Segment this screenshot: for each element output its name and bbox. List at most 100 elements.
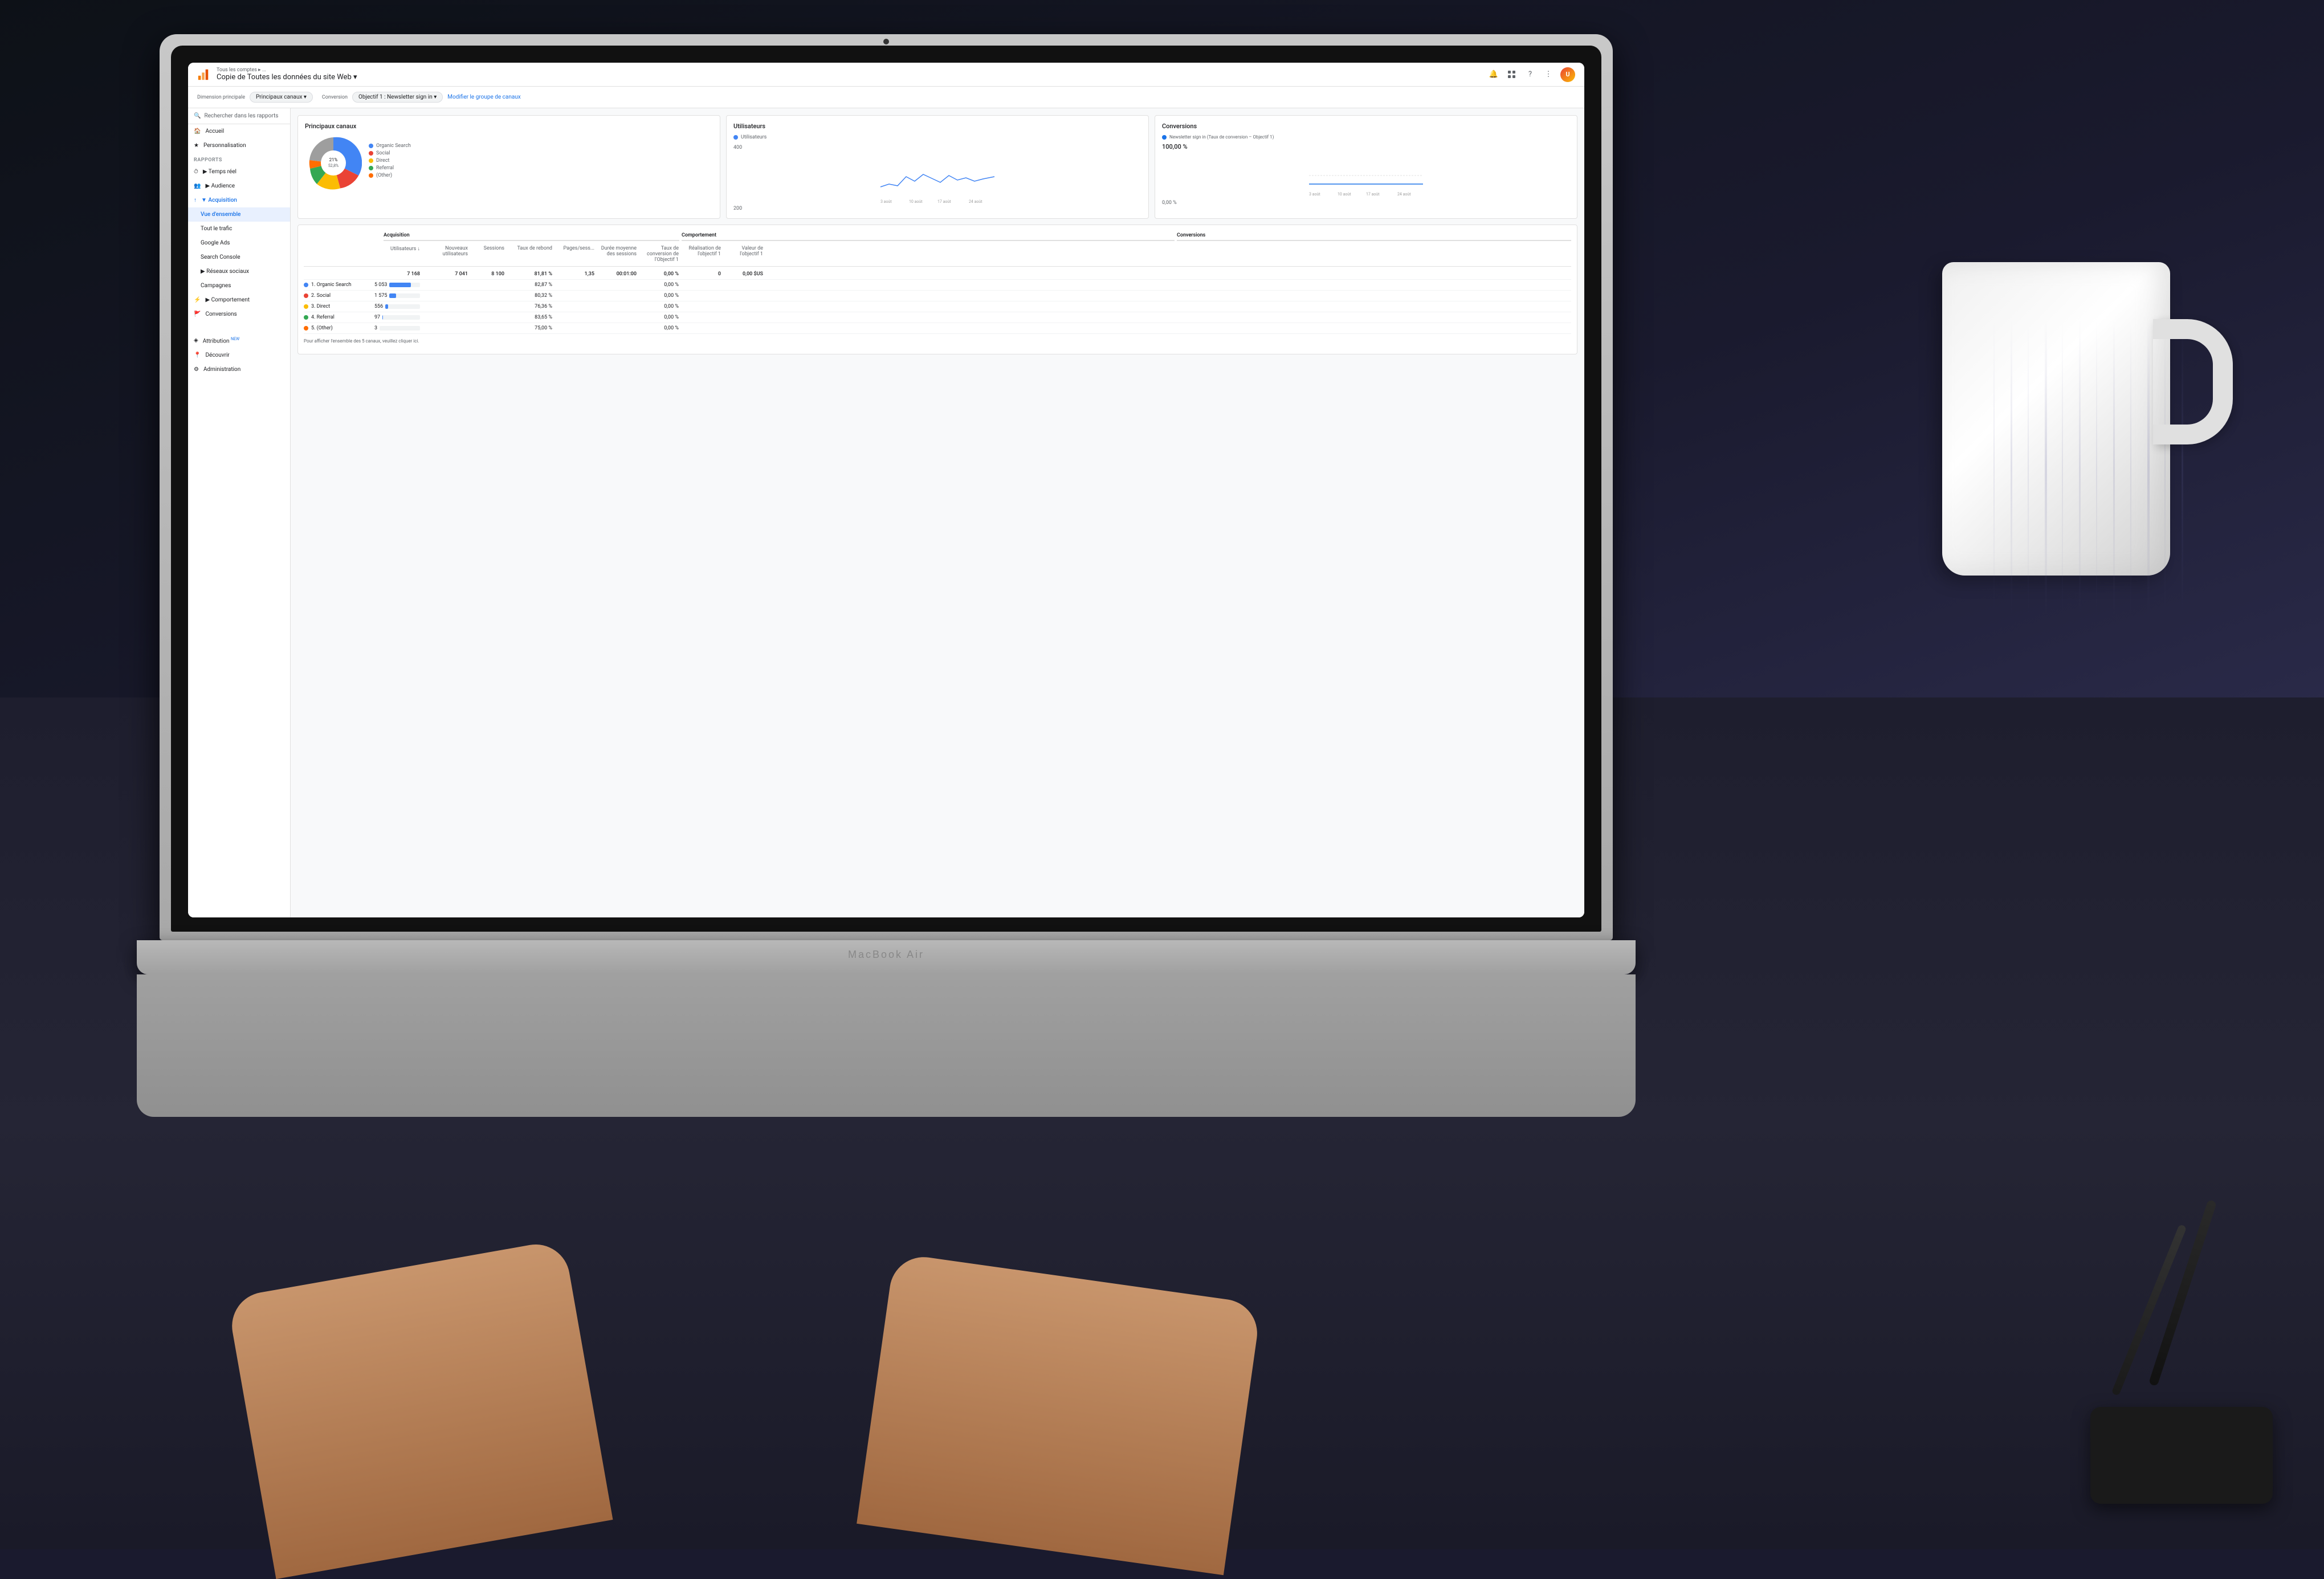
pie-chart: 21% 52,8% (305, 134, 362, 191)
sidebar-item-home[interactable]: 🏠 Accueil (188, 124, 290, 138)
laptop-lid: Tous les comptes ▸ ... Copie de Toutes l… (160, 34, 1613, 940)
hand-right (857, 1252, 1261, 1575)
svg-text:10 août: 10 août (1338, 192, 1351, 197)
overview-label: Vue d'ensemble (201, 211, 240, 218)
utilisateurs-y-max: 400 (733, 145, 1141, 150)
keyboard-area (137, 974, 1636, 1117)
star-icon: ★ (194, 142, 199, 149)
topbar-right: 🔔 ? ⋮ (1487, 67, 1575, 82)
sidebar-item-conversions[interactable]: 🚩 Conversions (188, 307, 290, 321)
sidebar-item-audience[interactable]: 👥 ▶ Audience (188, 179, 290, 193)
legend-organic-label: Organic Search (376, 143, 411, 149)
card-conversions: Conversions Newsletter sign in (Taux de … (1155, 115, 1577, 219)
personalization-label: Personnalisation (203, 142, 246, 149)
card-principaux-canaux: Principaux canaux (297, 115, 720, 219)
sidebar-item-attribution[interactable]: ◈ Attribution NEW (188, 333, 290, 348)
sidebar-item-overview[interactable]: Vue d'ensemble (188, 207, 290, 222)
total-sessions: 8 100 (470, 271, 504, 277)
svg-text:17 août: 17 août (937, 199, 951, 204)
attribution-icon: ◈ (194, 337, 198, 344)
people-icon: 👥 (194, 183, 201, 189)
ga-topbar: Tous les comptes ▸ ... Copie de Toutes l… (188, 63, 1584, 87)
search-label: Rechercher dans les rapports (204, 113, 278, 119)
sidebar-item-behavior[interactable]: ⚡ ▶ Comportement (188, 293, 290, 307)
total-duration: 00:01:00 (597, 271, 637, 277)
sidebar-item-search-console[interactable]: Search Console (188, 250, 290, 264)
svg-text:3 août: 3 août (880, 199, 892, 204)
th-goal-comp: Réalisation de l'objectif 1 (681, 246, 721, 263)
mug-handle (2153, 319, 2233, 444)
sidebar-item-google-ads[interactable]: Google Ads (188, 236, 290, 250)
row5-bounce: 75,00 % (507, 325, 552, 331)
flag-icon: 🚩 (194, 311, 201, 317)
utilisateurs-legend: Utilisateurs (733, 134, 1141, 140)
svg-text:24 août: 24 août (969, 199, 982, 204)
sidebar-item-social[interactable]: ▶ Réseaux sociaux (188, 264, 290, 279)
row3-users-val: 556 (374, 304, 383, 309)
sidebar-item-personalization[interactable]: ★ Personnalisation (188, 138, 290, 153)
phone (2090, 1407, 2273, 1504)
th-duration: Durée moyenne des sessions (597, 246, 637, 263)
hand-left (227, 1239, 613, 1579)
bottom-table-section: Acquisition Comportement Conversions (297, 225, 1577, 354)
sidebar-item-campaigns[interactable]: Campagnes (188, 279, 290, 293)
total-goal-val: 0,00 $US (723, 271, 763, 277)
help-icon[interactable]: ? (1524, 68, 1536, 81)
row1-bounce: 82,87 % (507, 282, 552, 288)
realtime-label: ▶ Temps réel (203, 169, 237, 175)
row5-conv: 0,00 % (639, 325, 679, 331)
svg-text:21%: 21% (329, 157, 338, 162)
th-channel (304, 246, 372, 263)
legend-referral: Referral (369, 165, 411, 171)
comportement-section-label: Comportement (682, 231, 1175, 241)
camera (883, 39, 889, 44)
sidebar-item-discover[interactable]: 📍 Découvrir (188, 348, 290, 362)
th-users: Utilisateurs ↓ (374, 246, 420, 263)
dimension-filter[interactable]: Principaux canaux ▾ (250, 92, 313, 103)
row3-channel: 3. Direct (304, 304, 372, 309)
arrow-up-icon: ↑ (194, 197, 197, 203)
more-options-icon[interactable]: ⋮ (1542, 68, 1555, 81)
sidebar-item-all-traffic[interactable]: Tout le trafic (188, 222, 290, 236)
metric-filter[interactable]: Objectif 1 : Newsletter sign in ▾ (352, 92, 443, 103)
sidebar-item-admin[interactable]: ⚙ Administration (188, 362, 290, 377)
conversions-chart: 3 août 10 août 17 août 24 août (1162, 153, 1570, 198)
laptop-base: MacBook Air (137, 940, 1636, 974)
card-utilisateurs-title: Utilisateurs (733, 123, 1141, 130)
row3-users: 556 (374, 304, 420, 309)
dimension-value: Principaux canaux ▾ (256, 94, 307, 100)
conversions-label-header: Conversions (1177, 232, 1205, 238)
modify-group-link[interactable]: Modifier le groupe de canaux (447, 94, 521, 100)
total-conv-rate: 0,00 % (639, 271, 679, 277)
laptop: Tous les comptes ▸ ... Copie de Toutes l… (160, 34, 1670, 1117)
table-row: 2. Social 1 575 (304, 291, 1571, 301)
ga-screen: Tous les comptes ▸ ... Copie de Toutes l… (188, 63, 1584, 917)
total-users: 7 168 (374, 271, 420, 277)
row2-conv: 0,00 % (639, 293, 679, 299)
behavior-label: ▶ Comportement (205, 297, 250, 303)
sidebar-item-acquisition[interactable]: ↑ ▼ Acquisition (188, 193, 290, 207)
metric-value: Objectif 1 : Newsletter sign in ▾ (358, 94, 437, 100)
utilisateurs-chart: 3 août 10 août 17 août 24 août (733, 153, 1141, 204)
all-traffic-label: Tout le trafic (201, 226, 232, 232)
card-conversions-title: Conversions (1162, 123, 1570, 130)
screen-bezel: Tous les comptes ▸ ... Copie de Toutes l… (171, 46, 1601, 932)
row4-users: 97 (374, 315, 420, 320)
admin-label: Administration (203, 366, 240, 373)
row5-label: 5. (Other) (311, 325, 333, 331)
page-title: Copie de Toutes les données du site Web … (217, 73, 1481, 81)
sidebar-item-realtime[interactable]: ⏱ ▶ Temps réel (188, 165, 290, 179)
user-avatar[interactable]: U (1560, 67, 1575, 82)
th-goal-val: Valeur de l'objectif 1 (723, 246, 763, 263)
svg-text:10 août: 10 août (909, 199, 923, 204)
table-row: 4. Referral 97 (304, 312, 1571, 323)
row1-channel: 1. Organic Search (304, 282, 372, 288)
macbook-label: MacBook Air (848, 949, 924, 961)
ga-content: Principaux canaux (291, 108, 1584, 917)
sidebar-search[interactable]: 🔍 Rechercher dans les rapports (188, 108, 290, 124)
notifications-icon[interactable]: 🔔 (1487, 68, 1500, 81)
apps-grid-icon[interactable] (1506, 68, 1518, 81)
acquisition-section-label: Acquisition (384, 231, 679, 241)
sidebar-section-reports: RAPPORTS (188, 153, 290, 165)
search-icon: 🔍 (194, 113, 201, 119)
